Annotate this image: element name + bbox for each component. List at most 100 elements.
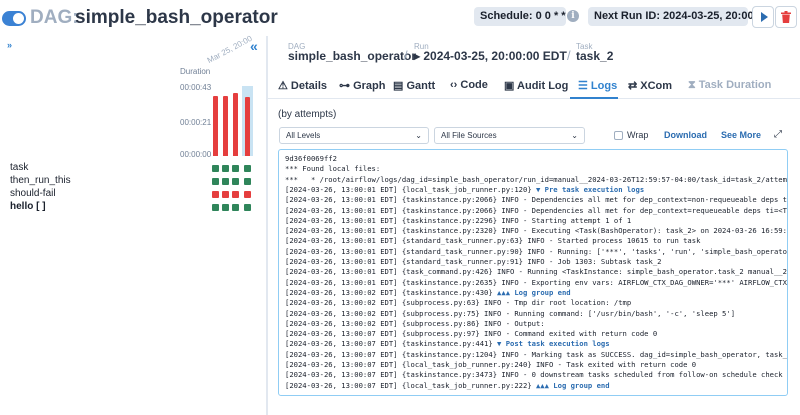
log-line: [2024-03-26, 13:00:01 EDT] {standard_tas… — [285, 236, 701, 246]
breadcrumb-separator: / — [404, 48, 408, 63]
breadcrumb-task[interactable]: task_2 — [576, 49, 613, 63]
delete-dag-button[interactable] — [775, 6, 797, 28]
log-line: [2024-03-26, 13:00:02 EDT] {subprocess.p… — [285, 308, 736, 318]
trigger-dag-button[interactable] — [752, 6, 774, 28]
hourglass-icon: ⧗ — [688, 79, 699, 91]
dag-label: DAG: — [30, 7, 79, 28]
task-instance-square[interactable] — [244, 165, 251, 172]
active-tab-indicator — [570, 97, 618, 99]
log-line: [2024-03-26, 13:00:01 EDT] {taskinstance… — [285, 277, 788, 287]
log-line: [2024-03-26, 13:00:01 EDT] {standard_tas… — [285, 246, 788, 256]
gantt-icon: ▤ — [393, 80, 407, 92]
task-instance-square[interactable] — [222, 178, 229, 185]
next-run-badge: Next Run ID: 2024-03-25, 20:00:00 — [588, 7, 769, 26]
log-line: [2024-03-26, 13:00:01 EDT] {taskinstance… — [285, 226, 788, 236]
log-line: *** Found local files: — [285, 164, 381, 174]
task-instance-square[interactable] — [244, 204, 251, 211]
task-instance-square[interactable] — [212, 191, 219, 198]
task-instance-square[interactable] — [232, 204, 239, 211]
task-instance-square[interactable] — [232, 191, 239, 198]
log-line: [2024-03-26, 13:00:07 EDT] {local_task_j… — [285, 360, 697, 369]
duration-bar[interactable] — [213, 96, 218, 156]
log-line: [2024-03-26, 13:00:01 EDT] {taskinstance… — [285, 195, 787, 205]
breadcrumb-run[interactable]: ▸ 2024-03-25, 20:00:00 EDT — [414, 49, 567, 63]
task-instance-square[interactable] — [222, 204, 229, 211]
task-row-label[interactable]: task — [10, 162, 28, 173]
dag-pause-toggle[interactable] — [2, 11, 26, 26]
info-icon[interactable]: i — [567, 10, 579, 22]
tab-audit-log[interactable]: ▣ Audit Log — [504, 79, 568, 92]
log-line: [2024-03-26, 13:00:02 EDT] {subprocess.p… — [285, 318, 545, 328]
task-instance-square[interactable] — [222, 165, 229, 172]
tab-gantt[interactable]: ▤ Gantt — [393, 79, 435, 92]
task-instance-square[interactable] — [212, 178, 219, 185]
grid-panel — [0, 36, 266, 415]
chevron-down-icon: ⌄ — [415, 131, 422, 140]
log-line: [2024-03-26, 13:00:01 EDT] {taskinstance… — [285, 205, 788, 215]
tab-details[interactable]: ⚠ Details — [278, 79, 327, 92]
log-line: [2024-03-26, 13:00:07 EDT] {taskinstance… — [285, 370, 783, 380]
code-icon: ‹› — [450, 79, 461, 91]
duration-label: Duration — [180, 67, 211, 76]
tab-logs[interactable]: ☰ Logs — [578, 79, 617, 92]
duration-bar[interactable] — [223, 96, 228, 156]
chevron-down-icon: ⌄ — [571, 131, 578, 140]
log-group-toggle[interactable]: ▼ Post task execution logs — [497, 339, 610, 348]
wrap-label: Wrap — [627, 130, 649, 140]
log-level-select[interactable]: All Levels ⌄ — [279, 127, 429, 144]
tab-xcom[interactable]: ⇄ XCom — [628, 79, 672, 92]
task-tabs: ⚠ Details ⊶ Graph ▤ Gantt ‹› Code ▣ Audi… — [268, 73, 800, 99]
log-line: [2024-03-26, 13:00:07 EDT] {taskinstance… — [285, 349, 788, 359]
log-line: [2024-03-26, 13:00:02 EDT] {subprocess.p… — [285, 298, 632, 308]
log-group-toggle[interactable]: ▼ Pre task execution logs — [536, 185, 644, 194]
list-icon: ☰ — [578, 80, 591, 92]
exchange-icon: ⇄ — [628, 80, 641, 92]
log-line: [2024-03-26, 13:00:01 EDT] {standard_tas… — [285, 257, 662, 266]
schedule-badge: Schedule: 0 0 * * * — [474, 7, 573, 26]
task-instance-square[interactable] — [232, 178, 239, 185]
breadcrumb-dag[interactable]: simple_bash_operator — [288, 49, 416, 63]
log-line: [2024-03-26, 13:00:07 EDT] {subprocess.p… — [285, 329, 658, 339]
tab-graph[interactable]: ⊶ Graph — [339, 79, 385, 92]
task-instance-square[interactable] — [212, 204, 219, 211]
task-instance-square[interactable] — [244, 191, 251, 198]
log-line: 9d36f0069ff2 — [285, 154, 337, 163]
log-viewer[interactable]: 9d36f0069ff2 *** Found local files: *** * … — [278, 149, 788, 396]
see-more-button[interactable]: See More — [721, 130, 761, 140]
log-line: [2024-03-26, 13:00:01 EDT] {taskinstance… — [285, 215, 632, 225]
y-tick: 00:00:43 — [180, 83, 212, 92]
wrap-checkbox[interactable] — [614, 131, 623, 140]
task-instance-square[interactable] — [232, 165, 239, 172]
file-source-select[interactable]: All File Sources ⌄ — [434, 127, 585, 144]
trash-icon — [781, 11, 791, 23]
log-line: [2024-03-26, 13:00:07 EDT] {taskinstance… — [285, 339, 610, 349]
expand-icon[interactable]: ⤢ — [774, 129, 782, 140]
info-circle-icon: ⚠ — [278, 80, 291, 92]
y-tick: 00:00:21 — [180, 118, 212, 127]
y-tick: 00:00:00 — [180, 150, 212, 159]
task-row-label[interactable]: then_run_this — [10, 175, 71, 186]
task-row-label[interactable]: should-fail — [10, 188, 56, 199]
attempts-label: (by attempts) — [278, 109, 337, 120]
task-row-label[interactable]: hello [ ] — [10, 201, 46, 212]
log-group-toggle[interactable]: ▲▲▲ Log group end — [497, 288, 571, 297]
log-line: [2024-03-26, 13:00:07 EDT] {local_task_j… — [285, 380, 610, 390]
log-group-toggle[interactable]: ▲▲▲ Log group end — [536, 381, 610, 390]
dag-header: DAG: simple_bash_operator Schedule: 0 0 … — [0, 0, 800, 36]
expand-all-icon[interactable]: » — [7, 40, 12, 50]
log-line: [2024-03-26, 13:00:01 EDT] {local_task_j… — [285, 184, 645, 194]
dag-title: simple_bash_operator — [75, 7, 278, 28]
task-instance-square[interactable] — [244, 178, 251, 185]
duration-bar[interactable] — [245, 97, 250, 156]
tab-code[interactable]: ‹› Code — [450, 79, 488, 91]
tab-task-duration[interactable]: ⧗ Task Duration — [688, 79, 771, 92]
log-line: *** * /root/airflow/logs/dag_id=simple_b… — [285, 174, 788, 184]
breadcrumb-separator: / — [567, 48, 571, 63]
scrollbar-area — [268, 398, 800, 415]
download-button[interactable]: Download — [664, 130, 707, 140]
task-instance-square[interactable] — [222, 191, 229, 198]
duration-bar[interactable] — [233, 93, 238, 156]
task-instance-square[interactable] — [212, 165, 219, 172]
play-icon — [760, 12, 768, 22]
log-line: [2024-03-26, 13:00:02 EDT] {taskinstance… — [285, 287, 571, 297]
